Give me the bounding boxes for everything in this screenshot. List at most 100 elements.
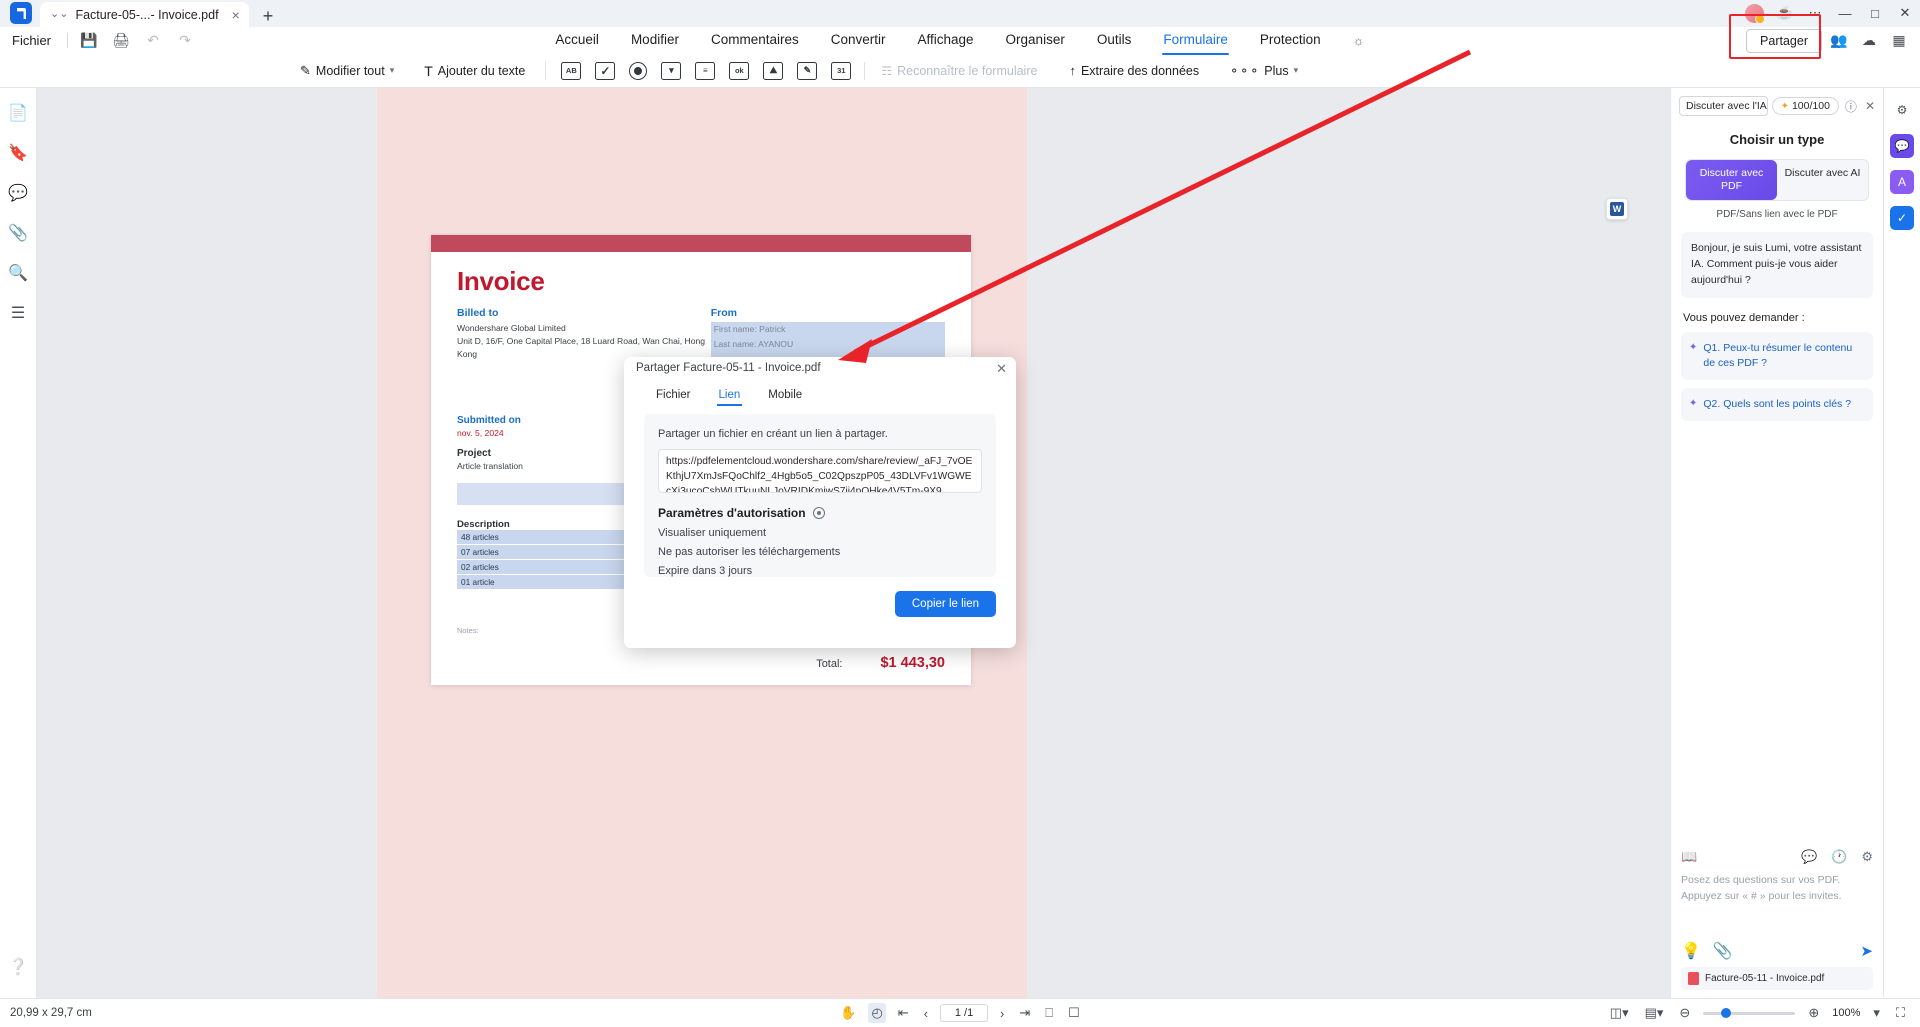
tab-lien[interactable]: Lien: [716, 389, 742, 406]
date-field-tool-icon[interactable]: 31: [831, 61, 852, 80]
attach-icon[interactable]: 📎: [1713, 941, 1733, 961]
help-icon[interactable]: ⓘ: [1843, 98, 1859, 115]
page-number-input[interactable]: 1 /1: [940, 1004, 989, 1022]
notification-bell-icon[interactable]: ☕: [1770, 2, 1800, 24]
redo-icon[interactable]: ↷: [174, 32, 196, 49]
book-icon[interactable]: 📖: [1681, 849, 1697, 865]
lightbulb-icon[interactable]: ☼: [1353, 33, 1365, 48]
ai-chat-icon[interactable]: 💬: [1890, 134, 1914, 158]
send-icon[interactable]: ➤: [1860, 942, 1873, 960]
menu-item-protection[interactable]: Protection: [1260, 32, 1321, 49]
previous-page-icon[interactable]: ‹: [921, 1004, 931, 1023]
ai-check-icon[interactable]: ✓: [1890, 206, 1914, 230]
fullscreen-icon[interactable]: ⛶: [1893, 1003, 1908, 1023]
zoom-in-icon[interactable]: ⊕: [1805, 1003, 1822, 1023]
signature-field-tool-icon[interactable]: ✎: [797, 61, 818, 80]
menu-item-commentaires[interactable]: Commentaires: [711, 32, 799, 49]
help-icon[interactable]: ❔: [5, 954, 31, 980]
menu-item-accueil[interactable]: Accueil: [555, 32, 599, 49]
thumbnails-icon[interactable]: 📄: [5, 100, 31, 126]
comments-icon[interactable]: 💬: [5, 180, 31, 206]
menu-item-organiser[interactable]: Organiser: [1006, 32, 1065, 49]
edit-all-button[interactable]: ✎ Modifier tout ▾: [292, 60, 402, 82]
document-tab[interactable]: ⌄⌄ Facture-05-...- Invoice.pdf ×: [40, 2, 249, 27]
minimize-button[interactable]: —: [1830, 2, 1860, 24]
ai-attached-file[interactable]: Facture-05-11 - Invoice.pdf: [1681, 967, 1873, 990]
file-menu-button[interactable]: Fichier: [12, 33, 57, 48]
next-page-icon[interactable]: ›: [997, 1004, 1007, 1023]
combo-box-field-tool-icon[interactable]: ▾: [661, 61, 682, 80]
bookmarks-icon[interactable]: 🔖: [5, 140, 31, 166]
fit-page-icon[interactable]: ⎕: [1042, 1003, 1056, 1023]
avatar[interactable]: [1745, 3, 1765, 24]
select-tool-icon[interactable]: ◴: [868, 1003, 886, 1023]
tab-mobile[interactable]: Mobile: [768, 389, 802, 406]
zoom-dropdown-icon[interactable]: ▾: [1870, 1003, 1883, 1023]
list-box-field-tool-icon[interactable]: ≡: [695, 61, 716, 80]
maximize-button[interactable]: □: [1860, 2, 1890, 24]
form-field-last-name[interactable]: Last name: AYANOU: [710, 337, 945, 353]
ai-translate-icon[interactable]: A: [1890, 170, 1914, 194]
form-field-first-name[interactable]: First name: Patrick: [710, 322, 945, 338]
share-dialog[interactable]: Partager Facture-05-11 - Invoice.pdf ✕ F…: [624, 357, 1016, 648]
layout-icon[interactable]: ▦: [1886, 30, 1912, 52]
tab-fichier[interactable]: Fichier: [656, 389, 691, 406]
ai-suggestion-item[interactable]: ✦ Q1. Peux-tu résumer le contenu de ces …: [1681, 331, 1873, 380]
crop-page-icon[interactable]: ☐: [1065, 1003, 1083, 1023]
history-icon[interactable]: 🕐: [1831, 849, 1847, 865]
last-page-icon[interactable]: ⇥: [1016, 1003, 1033, 1023]
ai-prompt-input[interactable]: Posez des questions sur vos PDF. Appuyez…: [1681, 873, 1873, 937]
push-button-field-tool-icon[interactable]: ok: [729, 61, 750, 80]
convert-to-word-badge[interactable]: W: [1606, 198, 1628, 220]
zoom-slider[interactable]: [1703, 1008, 1796, 1018]
page-layout-icon[interactable]: ▤▾: [1642, 1003, 1667, 1023]
copy-link-button[interactable]: Copier le lien: [894, 591, 996, 617]
ai-model-select[interactable]: Discuter avec l'IA ▾: [1679, 96, 1768, 116]
settings-icon[interactable]: ⚙: [1861, 849, 1873, 865]
close-ai-panel-icon[interactable]: ✕: [1863, 99, 1877, 113]
close-icon[interactable]: ✕: [996, 361, 1007, 377]
text-field-tool-icon[interactable]: AB: [561, 61, 582, 80]
zoom-slider-knob[interactable]: [1721, 1008, 1732, 1018]
undo-icon[interactable]: ↶: [142, 32, 164, 49]
share-button[interactable]: Partager: [1746, 28, 1822, 53]
close-tab-icon[interactable]: ×: [232, 7, 240, 23]
single-page-view-icon[interactable]: ◫▾: [1607, 1003, 1632, 1023]
close-window-button[interactable]: ✕: [1890, 2, 1920, 24]
more-options-icon[interactable]: ⋯: [1800, 2, 1830, 24]
gear-icon[interactable]: [812, 507, 825, 519]
cloud-icon[interactable]: ☁: [1856, 30, 1882, 52]
new-chat-icon[interactable]: 💬: [1801, 849, 1817, 865]
extract-data-button[interactable]: ↑ Extraire des données: [1061, 60, 1207, 81]
share-link-field[interactable]: https://pdfelementcloud.wondershare.com/…: [658, 449, 982, 493]
more-button[interactable]: ⚬⚬⚬ Plus ▾: [1221, 61, 1306, 81]
ai-mode-chat-with-ai[interactable]: Discuter avec AI: [1777, 160, 1868, 200]
checkbox-field-tool-icon[interactable]: ✓: [595, 61, 616, 80]
hand-tool-icon[interactable]: ✋: [837, 1003, 859, 1023]
ai-mode-chat-with-pdf[interactable]: Discuter avec PDF: [1686, 160, 1777, 201]
ai-suggestion-item[interactable]: ✦ Q2. Quels sont les points clés ?: [1681, 387, 1873, 422]
zoom-out-icon[interactable]: ⊖: [1676, 1003, 1693, 1023]
document-viewer[interactable]: Invoice Billed to Wondershare Global Lim…: [37, 88, 1670, 998]
new-tab-button[interactable]: +: [263, 7, 274, 25]
zoom-level[interactable]: 100%: [1832, 1007, 1860, 1019]
attachments-icon[interactable]: 📎: [5, 220, 31, 246]
properties-icon[interactable]: ⚙: [1890, 98, 1914, 122]
menu-item-affichage[interactable]: Affichage: [918, 32, 974, 49]
menu-item-formulaire[interactable]: Formulaire: [1162, 32, 1229, 55]
menu-item-outils[interactable]: Outils: [1097, 32, 1132, 49]
layers-icon[interactable]: ☰: [5, 300, 31, 326]
idea-bulb-icon[interactable]: 💡: [1681, 941, 1701, 961]
image-field-tool-icon[interactable]: ⛰: [763, 61, 784, 80]
search-icon[interactable]: 🔍: [5, 260, 31, 286]
save-icon[interactable]: 💾: [78, 32, 100, 49]
menu-item-convertir[interactable]: Convertir: [831, 32, 886, 49]
collaborate-icon[interactable]: 👥: [1826, 30, 1852, 52]
add-text-button[interactable]: T Ajouter du texte: [416, 60, 533, 82]
radio-button-field-tool-icon[interactable]: [629, 61, 648, 80]
first-page-icon[interactable]: ⇤: [895, 1003, 912, 1023]
print-icon[interactable]: 🖨: [110, 32, 132, 49]
recognize-form-button[interactable]: ☶ Reconnaître le formulaire: [873, 61, 1045, 81]
menu-item-modifier[interactable]: Modifier: [631, 32, 679, 49]
ai-credits-badge[interactable]: ✦ 100/100: [1771, 97, 1839, 115]
